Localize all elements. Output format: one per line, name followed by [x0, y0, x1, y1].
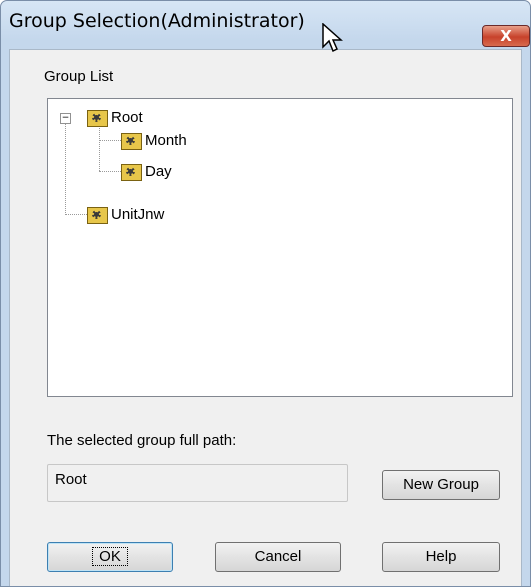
window-title: Group Selection(Administrator): [9, 10, 305, 32]
path-field: Root: [47, 464, 348, 502]
title-bar[interactable]: Group Selection(Administrator) X: [1, 1, 530, 47]
group-selection-dialog: Group Selection(Administrator) X Group L…: [0, 0, 531, 587]
cancel-button[interactable]: Cancel: [215, 542, 341, 572]
tree-node-label: UnitJnw: [111, 205, 165, 223]
tree-node-root[interactable]: Root: [87, 107, 143, 127]
tree-node-label: Root: [111, 108, 143, 126]
group-list-label: Group List: [44, 68, 114, 85]
tree-connector: [99, 140, 121, 141]
tree-node-label: Day: [145, 162, 172, 180]
group-folder-icon: [121, 163, 142, 181]
tree-connector: [99, 123, 100, 171]
tree-node-label: Month: [145, 131, 187, 149]
open-folder-icon: [87, 109, 108, 127]
path-label: The selected group full path:: [47, 432, 237, 449]
ok-button-label: OK: [92, 547, 128, 566]
dialog-body: Group List − Root Month Day UnitJnw The …: [9, 49, 522, 586]
close-button[interactable]: X: [482, 25, 530, 47]
tree-connector: [65, 123, 66, 215]
collapse-toggle-root[interactable]: −: [60, 113, 71, 124]
help-button[interactable]: Help: [382, 542, 500, 572]
tree-node-month[interactable]: Month: [121, 130, 187, 150]
tree-node-unitjnw[interactable]: UnitJnw: [87, 204, 164, 224]
tree-node-day[interactable]: Day: [121, 161, 172, 181]
group-tree[interactable]: − Root Month Day UnitJnw: [47, 98, 513, 397]
tree-connector: [65, 214, 87, 215]
tree-connector: [99, 171, 121, 172]
new-group-button[interactable]: New Group: [382, 470, 500, 500]
group-folder-icon: [87, 206, 108, 224]
ok-button[interactable]: OK: [47, 542, 173, 572]
mouse-cursor-icon: [322, 23, 343, 53]
group-folder-icon: [121, 132, 142, 150]
